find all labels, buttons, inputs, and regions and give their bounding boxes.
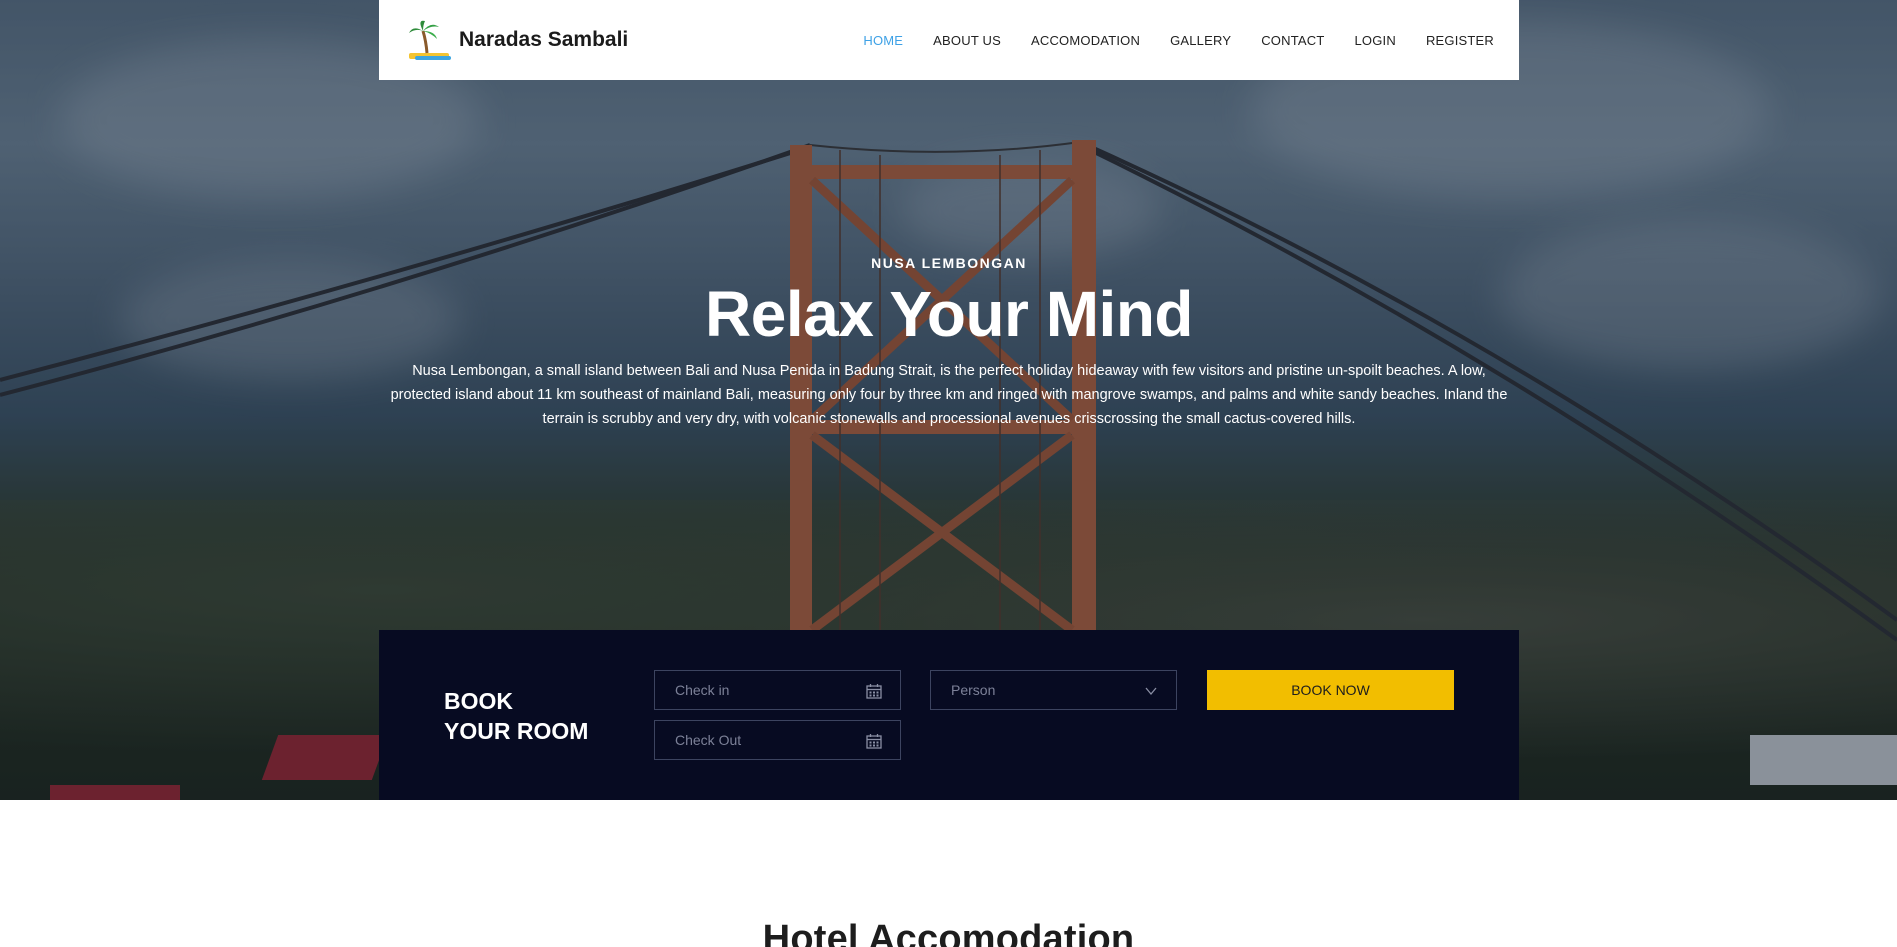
nav-accomodation[interactable]: ACCOMODATION	[1031, 33, 1140, 48]
calendar-icon	[866, 734, 882, 749]
booking-title-line2: YOUR ROOM	[444, 718, 589, 744]
check-out-placeholder: Check Out	[675, 732, 742, 748]
logo[interactable]: Naradas Sambali	[407, 19, 628, 61]
nav-about-us[interactable]: ABOUT US	[933, 33, 1001, 48]
main-nav: HOME ABOUT US ACCOMODATION GALLERY CONTA…	[863, 33, 1494, 48]
nav-login[interactable]: LOGIN	[1354, 33, 1395, 48]
calendar-icon	[866, 684, 882, 699]
check-out-field[interactable]: Check Out	[654, 720, 901, 760]
chevron-down-icon	[1145, 687, 1157, 696]
booking-title: BOOK YOUR ROOM	[444, 686, 588, 746]
hero-description: Nusa Lembongan, a small island between B…	[390, 363, 1508, 428]
check-in-field[interactable]: Check in	[654, 670, 901, 710]
book-now-button[interactable]: BOOK NOW	[1207, 670, 1454, 710]
person-select[interactable]: Person	[930, 670, 1177, 710]
person-placeholder: Person	[951, 682, 996, 698]
nav-home[interactable]: HOME	[863, 33, 903, 48]
nav-gallery[interactable]: GALLERY	[1170, 33, 1231, 48]
nav-register[interactable]: REGISTER	[1426, 33, 1494, 48]
hero-eyebrow: NUSA LEMBONGAN	[871, 255, 1027, 271]
booking-title-line1: BOOK	[444, 688, 513, 714]
booking-form: BOOK YOUR ROOM Check in Check Out Person…	[379, 630, 1519, 800]
nav-contact[interactable]: CONTACT	[1261, 33, 1324, 48]
brand-name: Naradas Sambali	[459, 28, 629, 51]
hero-content: NUSA LEMBONGAN Relax Your Mind Nusa Lemb…	[379, 255, 1519, 431]
hero-headline: Relax Your Mind	[705, 278, 1194, 350]
check-in-placeholder: Check in	[675, 682, 730, 698]
palm-tree-icon	[409, 20, 451, 60]
section-title: Hotel Accomodation	[762, 918, 1135, 947]
site-header: Naradas Sambali HOME ABOUT US ACCOMODATI…	[379, 0, 1519, 80]
